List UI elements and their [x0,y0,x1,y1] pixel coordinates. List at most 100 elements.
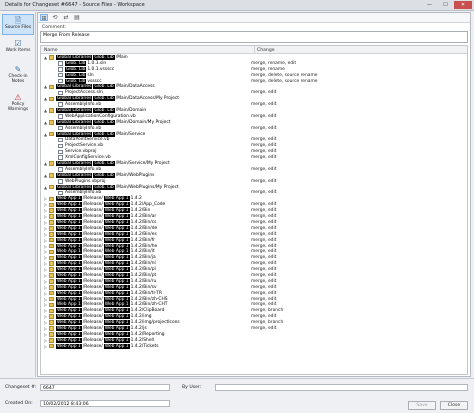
redacted-segment: Web App 1 [103,331,130,337]
expander-icon[interactable]: ▷ [44,344,48,349]
redacted-segment: Web App 1 [56,249,82,255]
expander-icon[interactable]: ▷ [44,232,48,237]
expander-icon[interactable]: ▲ [44,173,48,178]
redacted-segment: Web App 1 [56,225,82,231]
expander-icon[interactable]: ▷ [44,226,48,231]
view-file-icon[interactable]: ▤ [73,14,81,21]
expander-icon[interactable]: ▷ [44,308,48,313]
folder-icon [49,214,54,219]
item-path: AssemblyInfo.vb [65,102,102,108]
redacted-segment: Web App 1 [56,196,82,202]
item-path: Web App 1/Release/Web App 1 1.4.2/Bin/de [56,225,158,232]
expander-icon[interactable]: ▷ [44,338,48,343]
sidebar-item-work-items[interactable]: ☑ Work Items [2,38,34,59]
expander-icon[interactable]: ▷ [44,285,48,290]
expander-icon[interactable]: ▷ [44,196,48,201]
by-user-field[interactable] [215,384,468,391]
tree-row[interactable]: ▷ Web App 1/Release/Web App 1 1.4.2/Ticket… [41,343,467,350]
redacted-segment: Web App 1 [56,267,82,273]
redacted-segment: Web App 1 [56,320,82,326]
changeset-field[interactable]: 6647 [40,384,170,391]
path-segment: /Release/ [82,225,103,231]
expander-icon[interactable]: ▲ [44,84,48,89]
expander-icon[interactable]: ▷ [44,314,48,319]
minimize-icon[interactable]: — [422,1,437,9]
path-segment: 1.4.2/js [130,325,147,331]
expander-icon[interactable]: ▷ [44,302,48,307]
expander-icon[interactable]: ▷ [44,261,48,266]
item-path: Glob. Lib sln [65,72,95,79]
expander-icon[interactable]: ▷ [44,320,48,325]
expander-icon[interactable]: ▷ [44,249,48,254]
column-header-name[interactable]: Name [44,48,58,53]
redacted-segment: Global Libraries [56,108,93,114]
expander-icon[interactable]: ▷ [44,279,48,284]
expander-icon[interactable]: ▷ [44,202,48,207]
expander-icon[interactable]: ▷ [44,244,48,249]
column-header-change[interactable]: Change [257,48,275,53]
expander-icon[interactable]: ▲ [44,108,48,113]
redacted-segment: Web App 1 [56,343,82,349]
expander-icon[interactable]: ▷ [44,273,48,278]
comment-input[interactable]: Merge From Release [40,31,468,43]
redacted-segment: Glob. Lib [93,119,115,125]
file-icon [58,143,63,149]
folder-icon [49,173,54,178]
file-icon [58,190,63,196]
by-user-label: By User: [182,385,202,390]
maximize-icon[interactable]: ☐ [438,1,453,9]
redacted-segment: Glob. Lib [65,66,87,72]
expander-icon[interactable]: ▷ [44,220,48,225]
expander-icon[interactable]: ▲ [44,120,48,125]
change-type: merge, edit [251,90,277,96]
expander-icon[interactable]: ▲ [44,55,48,60]
folder-icon [49,131,54,137]
column-separator[interactable] [254,46,255,54]
file-icon [58,137,63,143]
change-type: merge, edit [251,231,277,237]
sidebar-item-policy-warnings[interactable]: ⚠ Policy Warnings [2,92,34,116]
expander-icon[interactable]: ▲ [44,185,48,190]
created-on-field[interactable]: 10/02/2012 8:43:06 [40,400,170,407]
redacted-segment: Glob. Lib [93,55,115,60]
expander-icon[interactable]: ▷ [44,208,48,213]
close-button[interactable]: Close [440,401,468,410]
redacted-segment: Web App 1 [56,261,82,267]
expander-icon[interactable]: ▲ [44,132,48,137]
footer: Changeset #: 6647 By User: Created On: 1… [0,378,474,413]
expander-icon[interactable]: ▷ [44,297,48,302]
expander-icon[interactable]: ▷ [44,267,48,272]
expander-icon[interactable]: ▷ [44,255,48,260]
expander-icon[interactable]: ▷ [44,238,48,243]
redacted-segment: Web App 1 [103,343,130,349]
expander-icon[interactable]: ▷ [44,214,48,219]
change-type: merge, edit [251,113,277,119]
redacted-segment: Glob. Lib [93,108,115,114]
tree-view-icon[interactable]: ⊞ [40,14,48,22]
history-icon[interactable]: ⟲ [51,14,59,21]
path-segment: /Main/WebPlugins [115,172,155,178]
path-segment: Service.vbproj [65,149,97,155]
redacted-segment: Global Libraries [56,131,93,137]
item-path: Web App 1/Release/Web App 1 1.4.2/Bin/ru [56,278,157,285]
expander-icon[interactable]: ▲ [44,161,48,166]
sidebar-item-check-in-notes[interactable]: ✎ Check-in Notes [2,64,34,88]
item-path: WebPlugins.vbproj [65,179,106,185]
expander-icon[interactable]: ▷ [44,332,48,337]
compare-icon[interactable]: ⇄ [62,14,70,21]
sidebar-item-source-files[interactable]: 🗎 Source Files [2,14,34,35]
expander-icon[interactable]: ▷ [44,326,48,331]
expander-icon[interactable]: ▷ [44,291,48,296]
path-segment: /Release/ [82,284,103,290]
expander-icon[interactable]: ▲ [44,96,48,101]
item-path: Web App 1/Release/Web App 1 1.4.2/Shell [56,337,155,344]
change-type: merge, delete, source rename [251,72,318,78]
path-segment: 1.4.2/Bin/es [130,231,157,237]
title-bar: Details for Changeset #6647 - Source Fil… [0,0,474,11]
redacted-segment: Glob. Lib [65,78,87,84]
close-icon[interactable]: ✕ [454,1,472,9]
path-segment: /Release/ [82,337,103,343]
save-button[interactable]: Save [408,401,436,410]
redacted-segment: Global Libraries [56,55,93,60]
created-on-label: Created On: [5,401,33,406]
